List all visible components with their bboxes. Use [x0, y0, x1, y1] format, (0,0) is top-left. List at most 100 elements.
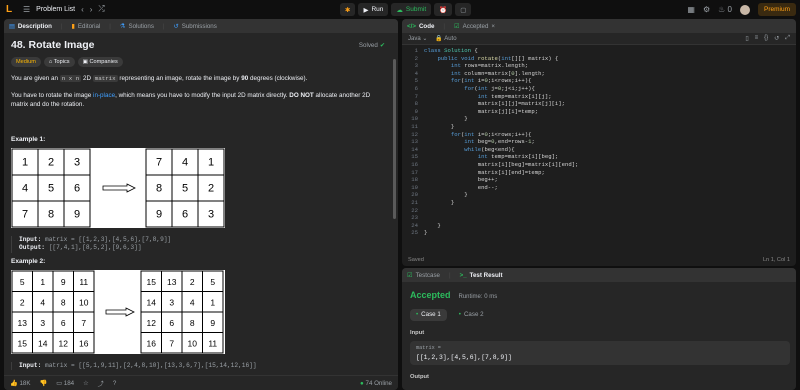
- tab-description[interactable]: ▤ Description: [9, 23, 52, 30]
- ex1-after-value: 6: [182, 208, 188, 220]
- ex2-after-value: 1: [210, 297, 215, 307]
- in-place-link[interactable]: in-place: [93, 92, 115, 99]
- avatar[interactable]: [739, 4, 750, 15]
- online-label: 74 Online: [365, 379, 393, 387]
- book-icon: ▮: [71, 22, 75, 30]
- tab-editorial[interactable]: ▮ Editorial: [72, 23, 101, 30]
- ex2-after-value: 6: [169, 317, 174, 327]
- notes-button[interactable]: ▢: [455, 3, 472, 16]
- example-1-title: Example 1:: [11, 135, 46, 143]
- tab-testcase[interactable]: ☑ Testcase: [407, 272, 440, 279]
- help-button[interactable]: ?: [113, 380, 116, 387]
- statement-text: You are given an: [11, 75, 60, 82]
- lock-icon: ▣: [82, 59, 88, 65]
- cloud-upload-icon: ☁: [396, 6, 403, 14]
- tag-icon: ⌂: [48, 59, 53, 65]
- input-box: matrix = [[1,2,3],[4,5,6],[7,8,9]]: [410, 341, 790, 365]
- ex1-before-value: 6: [74, 182, 80, 194]
- check-circle-icon: ✔: [379, 41, 385, 49]
- description-scrollbar[interactable]: [393, 59, 396, 219]
- premium-button[interactable]: Premium: [757, 3, 796, 16]
- tab-test-result[interactable]: >_ Test Result: [460, 272, 503, 279]
- statement-text: , which means you have to modify the inp…: [115, 91, 290, 99]
- ex2-before-value: 12: [59, 338, 69, 348]
- ex2-after-value: 16: [147, 338, 157, 348]
- history-icon: ↺: [173, 22, 179, 30]
- star-icon: ☆: [83, 379, 89, 387]
- tab-divider: |: [60, 22, 63, 30]
- case-tab-1[interactable]: • Case 1: [410, 309, 447, 321]
- problem-title[interactable]: 48. Rotate Image: [11, 39, 94, 51]
- description-tabs: ▤ Description | ▮ Editorial | ⚗ Solutions |…: [4, 19, 398, 33]
- ex1-before-value: 8: [48, 208, 54, 220]
- code-line[interactable]: 25}: [402, 229, 796, 237]
- fire-streak-icon[interactable]: ♨ 0: [718, 5, 732, 14]
- case-tab-2[interactable]: • Case 2: [453, 309, 490, 321]
- tab-submissions[interactable]: ↺ Submissions: [174, 23, 217, 30]
- output-section-label: Output: [410, 374, 429, 380]
- dislike-button[interactable]: 👎: [39, 379, 47, 387]
- format-icon[interactable]: ≡: [755, 35, 759, 42]
- problem-list-link[interactable]: Problem List: [36, 6, 75, 13]
- code-editor[interactable]: 1 class Solution {2 public void rotate(in…: [402, 45, 796, 251]
- auto-toggle[interactable]: 🔒 Auto: [435, 35, 456, 42]
- lock-icon: 🔒: [435, 36, 443, 42]
- ex2-after-value: 15: [147, 276, 157, 286]
- tab-solutions[interactable]: ⚗ Solutions: [120, 23, 154, 30]
- prev-problem-icon[interactable]: ‹: [81, 5, 84, 14]
- case-2-label: Case 2: [463, 311, 484, 318]
- code-icon: </>: [407, 22, 416, 30]
- share-button[interactable]: ⤴: [98, 379, 104, 388]
- ex2-after-value: 12: [147, 317, 157, 327]
- bug-icon: ✱: [345, 6, 351, 14]
- tab-accepted[interactable]: ☑ Accepted ×: [454, 23, 495, 30]
- result-content: Accepted Runtime: 0 ms • Case 1 • Case 2 I…: [402, 282, 796, 388]
- ex1-before-value: 3: [74, 156, 80, 168]
- tab-code-label: Code: [418, 22, 435, 30]
- like-button[interactable]: 👍 18K: [10, 379, 30, 387]
- tab-editorial-label: Editorial: [77, 22, 101, 30]
- ex2-after-value: 5: [210, 276, 215, 286]
- checkbox-icon: ☑: [407, 271, 413, 279]
- submit-button[interactable]: ☁ Submit: [391, 3, 432, 16]
- solved-status: Solved ✔: [359, 42, 385, 49]
- run-button[interactable]: ▶ Run: [358, 3, 389, 16]
- tab-code[interactable]: </> Code: [407, 23, 434, 30]
- problem-constraint: You have to rotate the image in-place, w…: [11, 91, 386, 110]
- language-select[interactable]: Java ⌄: [408, 35, 427, 42]
- shuffle-icon[interactable]: ⤮: [98, 4, 104, 14]
- streak-count: 0: [727, 5, 732, 14]
- tab-submissions-label: Submissions: [181, 22, 217, 30]
- expand-icon[interactable]: ⤢: [785, 35, 790, 42]
- leetcode-logo[interactable]: L: [6, 4, 17, 15]
- check-square-icon: ☑: [454, 22, 460, 30]
- layout-icon[interactable]: ▦: [687, 5, 695, 14]
- alarm-icon: ⏰: [439, 6, 448, 14]
- next-problem-icon[interactable]: ›: [90, 5, 93, 14]
- code-toolbar: Java ⌄ 🔒 Auto ▯ ≡ {} ↺ ⤢: [402, 33, 796, 45]
- bookmark-icon[interactable]: ▯: [745, 35, 748, 42]
- difficulty-badge[interactable]: Medium: [11, 57, 41, 67]
- ex2-after-value: 14: [147, 297, 157, 307]
- settings-icon[interactable]: ⚙: [703, 5, 710, 14]
- reset-icon[interactable]: ↺: [774, 35, 779, 42]
- ex1-before-value: 1: [22, 156, 28, 168]
- topics-badge[interactable]: ⌂ Topics: [43, 57, 75, 67]
- close-icon[interactable]: ×: [491, 23, 495, 30]
- companies-badge[interactable]: ▣ Companies: [77, 57, 123, 67]
- tab-accepted-label: Accepted: [462, 22, 489, 30]
- ex2-after-value: 4: [190, 297, 195, 307]
- var-value[interactable]: [[1,2,3],[4,5,6],[7,8,9]]: [416, 354, 784, 361]
- braces-icon[interactable]: {}: [764, 35, 768, 42]
- statement-bold: DO NOT: [289, 91, 314, 99]
- comments-button[interactable]: ▭ 184: [56, 380, 74, 387]
- example-2-image: 5 1 9 112 4 8 1013 3 6 715 14 12 1615 13 2 514 3 4 112 6 8 91…: [11, 269, 225, 354]
- ex2-before-value: 16: [79, 338, 89, 348]
- ex2-after-value: 10: [188, 338, 198, 348]
- favorite-button[interactable]: ☆: [83, 380, 89, 387]
- code-panel: </> Code | ☑ Accepted × Java ⌄ 🔒 Auto ▯ ≡ …: [402, 19, 796, 266]
- list-icon[interactable]: ☰: [23, 5, 30, 14]
- share-icon: ⤴: [97, 380, 104, 388]
- timer-button[interactable]: ⏰: [434, 3, 453, 16]
- debug-button[interactable]: ✱: [340, 3, 356, 16]
